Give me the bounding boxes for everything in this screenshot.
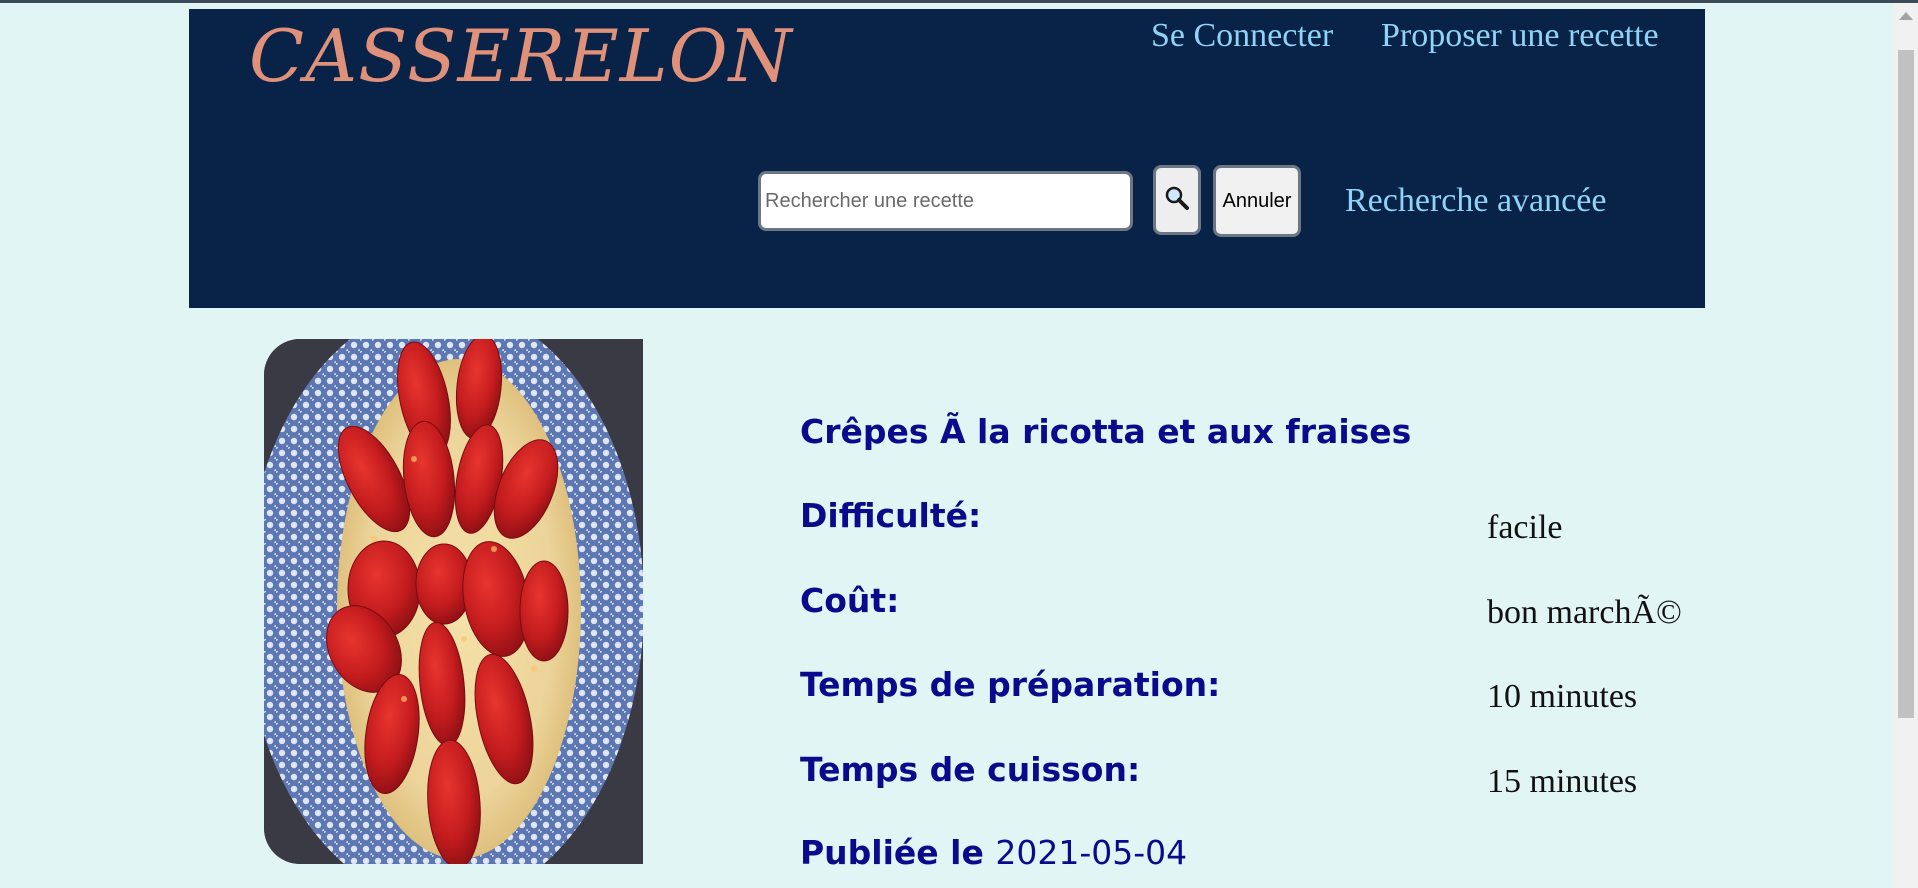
site-header: CASSERELON Se Connecter Proposer une rec…	[189, 9, 1705, 308]
cost-value: bon marchÃ©	[1487, 594, 1682, 631]
search-input[interactable]	[758, 171, 1133, 231]
published-label: Publiée le	[800, 833, 984, 872]
login-link[interactable]: Se Connecter	[1151, 11, 1333, 61]
magnifier-icon	[1164, 185, 1190, 215]
window-top-border	[0, 0, 1918, 3]
difficulty-label: Difficulté:	[800, 496, 982, 535]
scroll-up-arrow-icon[interactable]	[1899, 12, 1913, 20]
advanced-search-link[interactable]: Recherche avancée	[1345, 176, 1606, 226]
cost-label: Coût:	[800, 581, 900, 620]
cook-time-value: 15 minutes	[1487, 763, 1638, 800]
published-row: Publiée le 2021-05-04	[800, 831, 1187, 875]
search-button[interactable]	[1153, 165, 1201, 235]
cook-time-label: Temps de cuisson:	[800, 750, 1141, 789]
difficulty-value: facile	[1487, 509, 1563, 546]
prep-time-label: Temps de préparation:	[800, 665, 1221, 704]
prep-time-value: 10 minutes	[1487, 678, 1638, 715]
cancel-button[interactable]: Annuler	[1213, 165, 1301, 237]
recipe-title: Crêpes Ã la ricotta et aux fraises	[800, 412, 1412, 451]
propose-recipe-link[interactable]: Proposer une recette	[1381, 11, 1659, 61]
scrollbar-thumb[interactable]	[1898, 50, 1914, 718]
recipe-photo	[264, 339, 643, 864]
published-date: 2021-05-04	[995, 833, 1188, 872]
site-logo[interactable]: CASSERELON	[249, 11, 793, 101]
